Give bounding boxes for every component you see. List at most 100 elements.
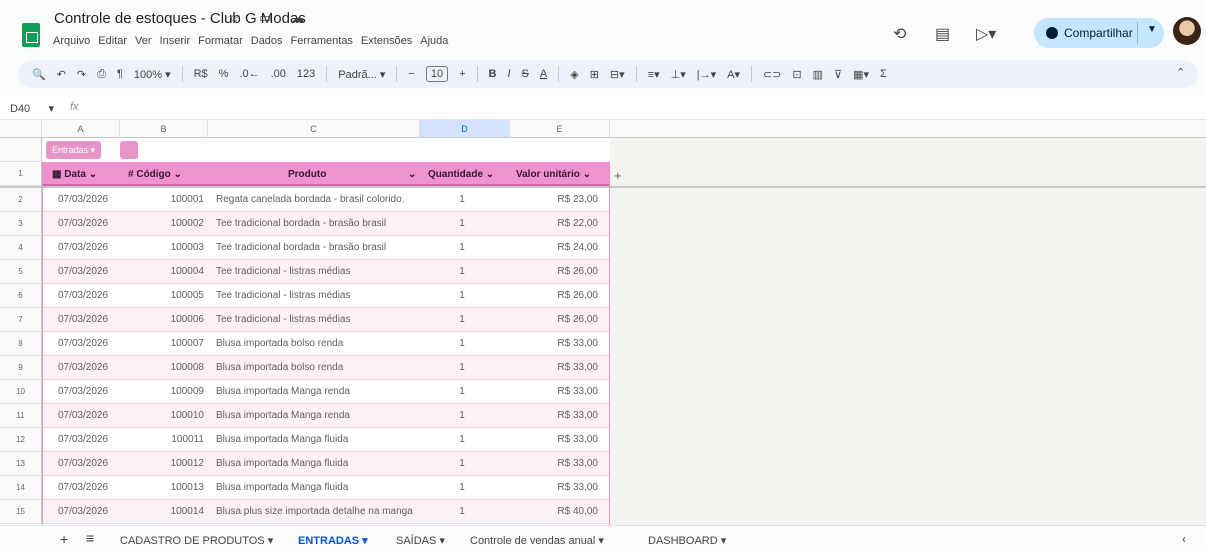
cell-code[interactable]: 100011 [154, 434, 204, 445]
search-menus-icon[interactable]: 🔍 [32, 68, 46, 81]
row-header[interactable]: 8 [0, 332, 42, 356]
cell-value[interactable]: R$ 24,00 [512, 242, 598, 253]
collapse-toolbar-icon[interactable]: ⌃ [1176, 66, 1185, 79]
cell-product[interactable]: Blusa importada bolso renda [216, 338, 418, 349]
cell-value[interactable]: R$ 33,00 [512, 338, 598, 349]
text-wrap-icon[interactable]: |→▾ [697, 68, 716, 81]
cell-code[interactable]: 100003 [154, 242, 204, 253]
row-header[interactable]: 10 [0, 380, 42, 404]
fill-color-icon[interactable]: ◈ [570, 68, 578, 81]
cell-code[interactable]: 100014 [154, 506, 204, 517]
cell-code[interactable]: 100002 [154, 218, 204, 229]
cell-product[interactable]: Blusa importada Manga fluida [216, 482, 418, 493]
title-actions-icons[interactable]: ☆ ▭ ☁ [228, 10, 312, 26]
cell-product[interactable]: Tee tradicional - listras médias [216, 314, 418, 325]
row-header[interactable]: 12 [0, 428, 42, 452]
cell-code[interactable]: 100013 [154, 482, 204, 493]
th-product-dropdown-icon[interactable]: ⌄ [408, 169, 416, 180]
cell-qty[interactable]: 1 [452, 194, 472, 205]
text-color-icon[interactable]: A [540, 68, 547, 80]
cell-date[interactable]: 07/03/2026 [58, 314, 108, 325]
cell-qty[interactable]: 1 [452, 242, 472, 253]
cell-code[interactable]: 100006 [154, 314, 204, 325]
cell-date[interactable]: 07/03/2026 [58, 194, 108, 205]
cell-product[interactable]: Tee tradicional - listras médias [216, 266, 418, 277]
increase-decimal-button[interactable]: .00 [271, 68, 286, 80]
cell-date[interactable]: 07/03/2026 [58, 242, 108, 253]
merge-cells-icon[interactable]: ⊟▾ [610, 68, 625, 81]
cell-value[interactable]: R$ 40,00 [512, 506, 598, 517]
cell-code[interactable]: 100008 [154, 362, 204, 373]
table-menu-icon[interactable] [120, 141, 138, 159]
col-header-c[interactable]: C [208, 120, 420, 138]
decrease-font-size-icon[interactable]: − [408, 68, 414, 80]
menu-item-4[interactable]: Formatar [198, 35, 243, 47]
row-header[interactable]: 15 [0, 500, 42, 524]
currency-button[interactable]: R$ [194, 68, 208, 80]
th-product[interactable]: Produto [288, 169, 326, 180]
menu-item-7[interactable]: Extensões [361, 35, 412, 47]
share-button[interactable]: Compartilhar [1034, 18, 1164, 48]
col-header-e[interactable]: E [510, 120, 610, 138]
redo-icon[interactable]: ↷ [77, 68, 86, 81]
menu-item-0[interactable]: Arquivo [53, 35, 90, 47]
cell-value[interactable]: R$ 33,00 [512, 434, 598, 445]
cell-value[interactable]: R$ 23,00 [512, 194, 598, 205]
functions-icon[interactable]: Σ [880, 68, 887, 80]
sheet-tab-menu-icon[interactable]: ▾ [595, 535, 604, 547]
sheet-tab-menu-icon[interactable]: ▾ [359, 535, 368, 547]
cell-qty[interactable]: 1 [452, 314, 472, 325]
cell-qty[interactable]: 1 [452, 362, 472, 373]
cell-qty[interactable]: 1 [452, 266, 472, 277]
cell-qty[interactable]: 1 [452, 482, 472, 493]
italic-icon[interactable]: I [507, 68, 510, 80]
zoom-select[interactable]: 100% ▾ [134, 68, 171, 81]
bold-icon[interactable]: B [489, 68, 497, 80]
cell-product[interactable]: Blusa importada Manga renda [216, 410, 418, 421]
cell-qty[interactable]: 1 [452, 290, 472, 301]
col-header-b[interactable]: B [120, 120, 208, 138]
menu-item-6[interactable]: Ferramentas [291, 35, 353, 47]
cell-value[interactable]: R$ 26,00 [512, 314, 598, 325]
cell-product[interactable]: Regata canelada bordada - brasil colorid… [216, 194, 418, 205]
cell-date[interactable]: 07/03/2026 [58, 482, 108, 493]
number-format-button[interactable]: 123 [297, 68, 315, 80]
row-header[interactable]: 14 [0, 476, 42, 500]
cell-value[interactable]: R$ 33,00 [512, 386, 598, 397]
collapse-sidebar-icon[interactable]: ‹ [1182, 532, 1186, 546]
font-size-input[interactable]: 10 [425, 66, 449, 82]
sheet-tab[interactable]: SAÍDAS ▾ [396, 534, 445, 547]
paint-format-icon[interactable]: ¶ [117, 68, 123, 80]
empty-cells-area[interactable] [610, 138, 1206, 525]
cell-value[interactable]: R$ 22,00 [512, 218, 598, 229]
sheet-tab-menu-icon[interactable]: ▾ [436, 535, 445, 547]
borders-icon[interactable]: ⊞ [590, 68, 599, 81]
cell-code[interactable]: 100010 [154, 410, 204, 421]
insert-chart-icon[interactable]: ▥ [813, 68, 823, 81]
col-header-d[interactable]: D [420, 120, 510, 138]
cell-code[interactable]: 100007 [154, 338, 204, 349]
cell-value[interactable]: R$ 26,00 [512, 266, 598, 277]
row-header[interactable]: 6 [0, 284, 42, 308]
cell-product[interactable]: Blusa importada Manga fluida [216, 434, 418, 445]
add-column-icon[interactable]: + [614, 168, 622, 183]
cell-product[interactable]: Blusa plus size importada detalhe na man… [216, 506, 418, 517]
menu-item-5[interactable]: Dados [251, 35, 283, 47]
cell-value[interactable]: R$ 33,00 [512, 410, 598, 421]
cell-date[interactable]: 07/03/2026 [58, 386, 108, 397]
cell-code[interactable]: 100005 [154, 290, 204, 301]
cell-qty[interactable]: 1 [452, 506, 472, 517]
menu-item-2[interactable]: Ver [135, 35, 152, 47]
add-sheet-icon[interactable]: + [60, 531, 68, 547]
comments-icon[interactable]: ▤ [935, 24, 950, 44]
text-rotation-icon[interactable]: A▾ [727, 68, 740, 81]
sheets-logo-icon[interactable] [22, 23, 40, 47]
share-dropdown-icon[interactable]: ▼ [1147, 24, 1157, 35]
row-header[interactable]: 7 [0, 308, 42, 332]
cell-product[interactable]: Tee tradicional bordada - brasão brasil [216, 218, 418, 229]
sheet-tab-menu-icon[interactable]: ▾ [718, 535, 727, 547]
cell-code[interactable]: 100009 [154, 386, 204, 397]
filter-icon[interactable]: ⊽ [834, 68, 842, 81]
table-name-chip[interactable]: Entradas ▾ [46, 141, 102, 159]
cell-product[interactable]: Blusa importada bolso renda [216, 362, 418, 373]
